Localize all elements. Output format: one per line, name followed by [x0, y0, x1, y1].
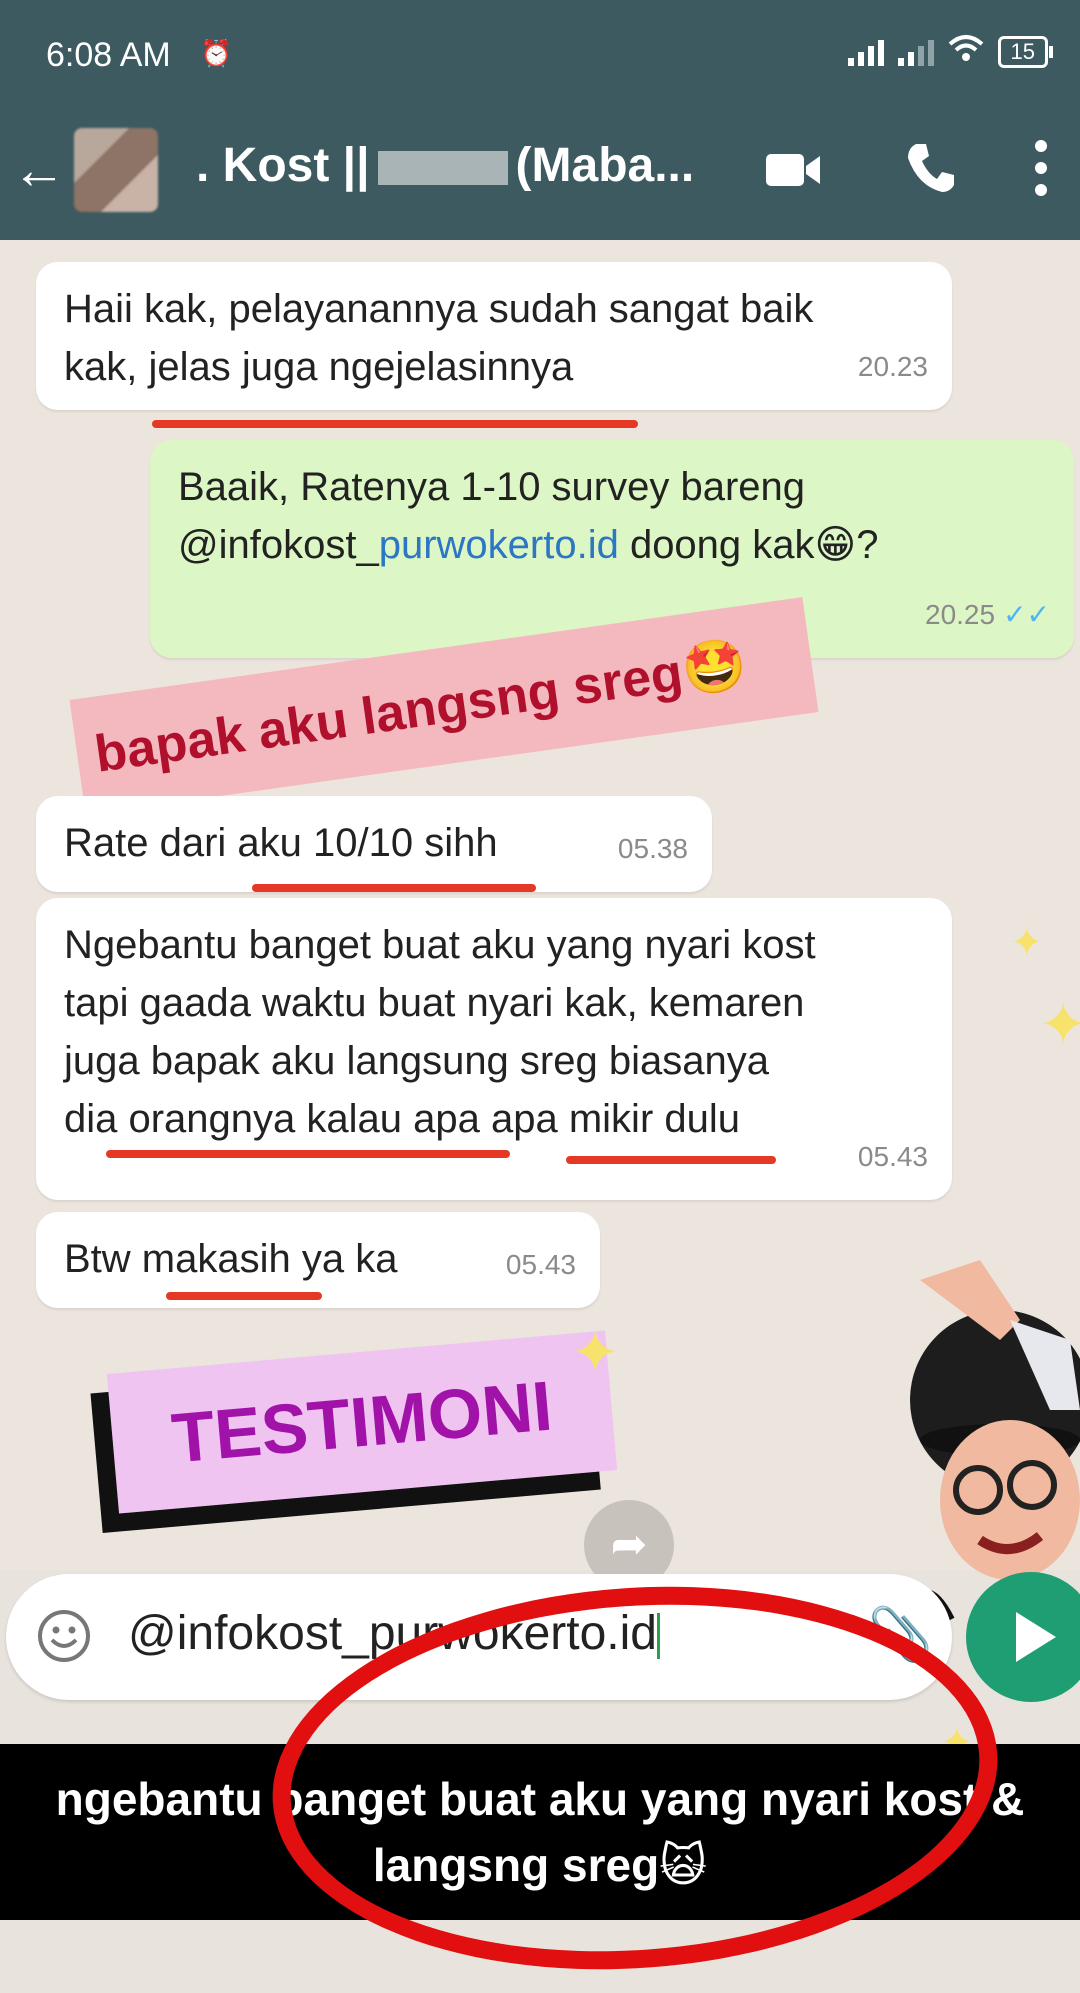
- chat-title-prefix: . Kost ||: [196, 139, 370, 192]
- status-icons: 15: [847, 34, 1054, 69]
- hand-underline: [106, 1150, 510, 1158]
- signal-icon-2: [897, 38, 934, 66]
- message-text: Btw makasih ya ka: [64, 1237, 398, 1281]
- signal-icon: [847, 38, 884, 66]
- avatar[interactable]: [74, 128, 158, 212]
- hand-underline: [566, 1156, 776, 1164]
- message-time: 05.38: [617, 833, 688, 864]
- sparkle-icon: ✦: [1038, 991, 1080, 1058]
- sparkle-icon: ✦: [1010, 921, 1044, 965]
- mention-link[interactable]: purwokerto.id: [379, 523, 619, 567]
- phone-icon[interactable]: [902, 140, 958, 196]
- chat-title-suffix: (Maba...: [515, 139, 695, 192]
- status-bar: 6:08 AM ⏰ 15: [0, 0, 1080, 108]
- chat-title[interactable]: . Kost || (Maba...: [196, 138, 694, 193]
- message-text: kak, jelas juga ngejelasinnya: [64, 345, 574, 389]
- message-time: 20.25 ✓✓: [925, 599, 1050, 630]
- message-bubble[interactable]: Rate dari aku 10/10 sihh 05.38: [36, 796, 712, 892]
- hand-underline: [252, 884, 536, 892]
- alarm-icon: ⏰: [200, 38, 233, 68]
- battery-icon: 15: [997, 35, 1054, 68]
- send-button[interactable]: [966, 1572, 1080, 1702]
- more-vert-icon[interactable]: [1034, 138, 1048, 198]
- sparkle-icon: ✦: [570, 1319, 621, 1386]
- message-bubble[interactable]: Haii kak, pelayanannya sudah sangat baik…: [36, 262, 952, 410]
- message-time: 20.23: [857, 351, 928, 382]
- message-text: Baaik, Ratenya 1-10 survey bareng: [178, 465, 806, 509]
- emoji-icon[interactable]: [36, 1608, 92, 1664]
- back-arrow-icon[interactable]: ←: [12, 140, 72, 200]
- message-text: tapi gaada waktu buat nyari kak, kemaren: [64, 981, 805, 1025]
- chat-header: ← . Kost || (Maba...: [0, 108, 1080, 240]
- message-text: dia orangnya kalau apa apa mikir dulu: [64, 1097, 740, 1141]
- message-text: Ngebantu banget buat aku yang nyari kost: [64, 923, 816, 967]
- message-text: Haii kak, pelayanannya sudah sangat baik: [64, 287, 814, 331]
- message-text: juga bapak aku langsung sreg biasanya: [64, 1039, 769, 1083]
- hand-underline: [152, 420, 638, 428]
- message-text: Rate dari aku 10/10 sihh: [64, 821, 498, 865]
- video-call-icon[interactable]: [764, 148, 822, 192]
- hand-underline: [166, 1292, 322, 1300]
- read-ticks-icon: ✓✓: [1003, 599, 1050, 630]
- redacted-name: [377, 151, 508, 186]
- message-time: 05.43: [505, 1249, 576, 1280]
- sticker-character: [860, 1260, 1080, 1640]
- status-time: 6:08 AM: [46, 36, 171, 74]
- message-text-line: @infokost_purwokerto.id doong kak😁?: [178, 523, 879, 567]
- wifi-icon: [948, 34, 984, 69]
